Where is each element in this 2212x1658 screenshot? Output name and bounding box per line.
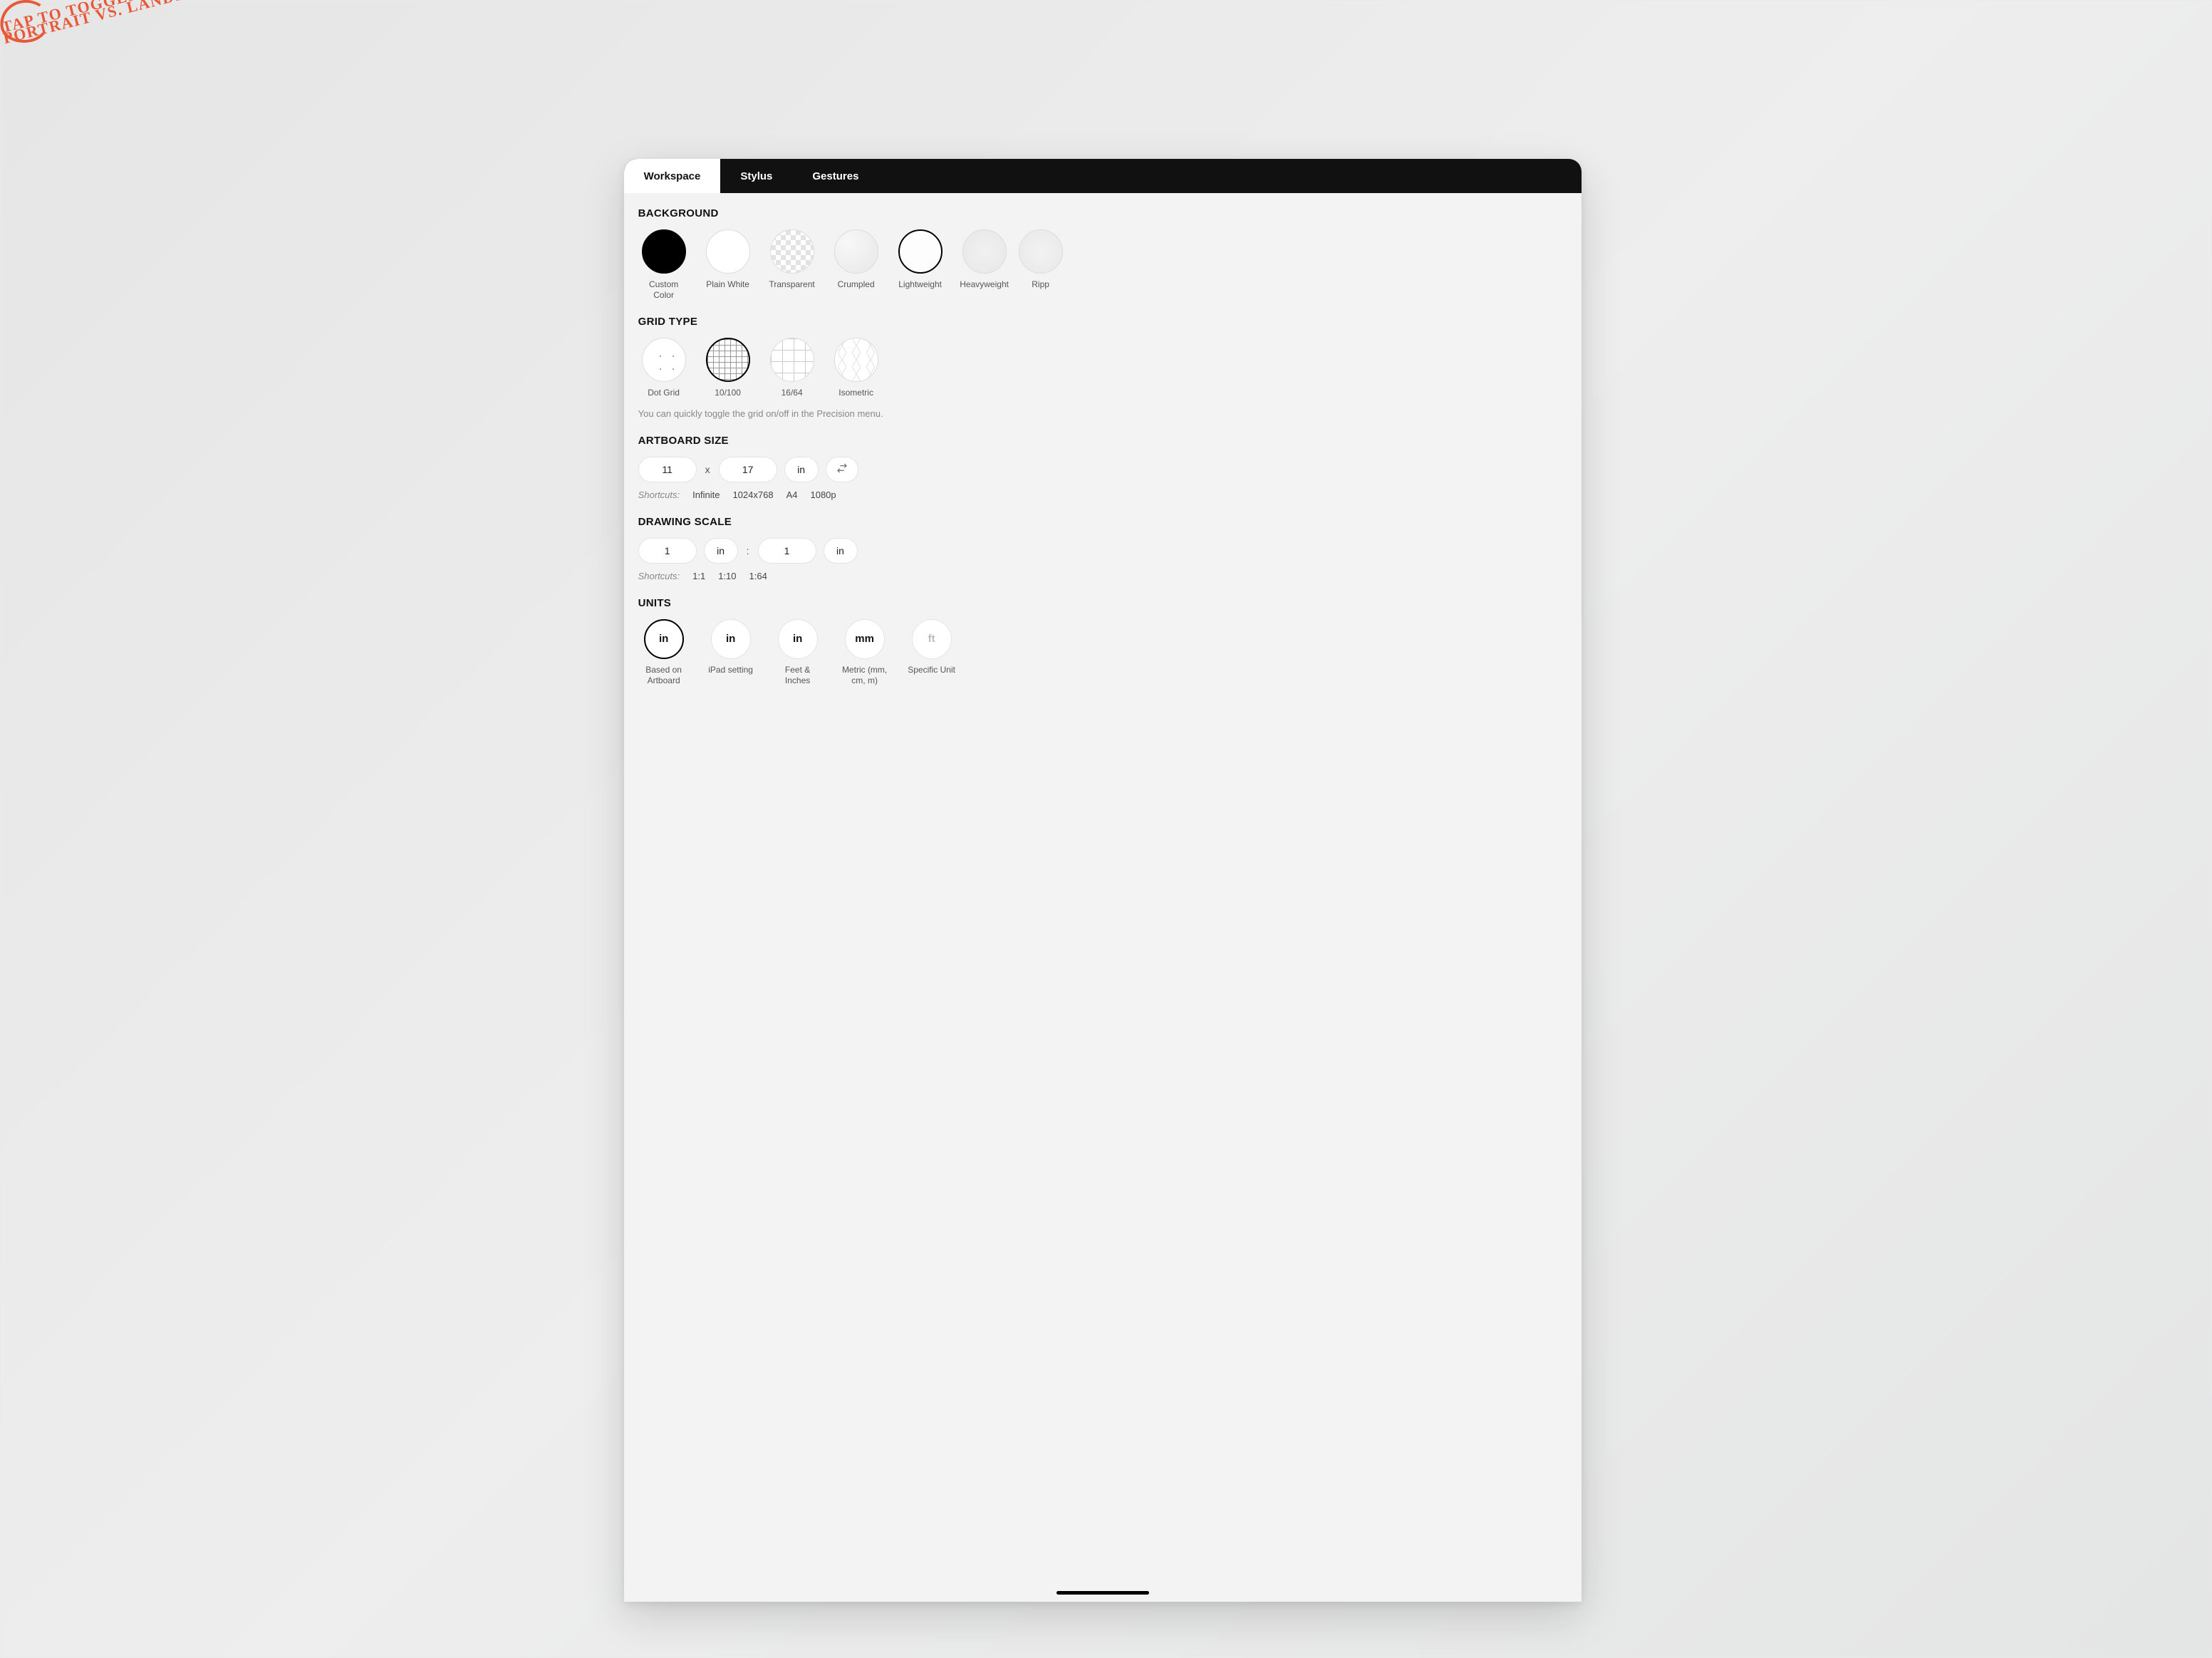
tab-stylus[interactable]: Stylus — [720, 159, 792, 193]
tab-bar: Workspace Stylus Gestures — [624, 159, 1582, 193]
background-option-lightweight[interactable]: Lightweight — [895, 229, 946, 300]
swatch-label: Heavyweight — [960, 279, 1009, 289]
scale-right-value-input[interactable]: 1 — [758, 538, 816, 564]
section-title-scale: DRAWING SCALE — [638, 516, 1567, 528]
artboard-shortcut-1024x768[interactable]: 1024x768 — [732, 489, 773, 500]
swatch-label: Crumpled — [838, 279, 875, 289]
swatch-label: Custom Color — [638, 279, 690, 300]
unit-circle: in — [778, 619, 818, 659]
background-swatch-row: Custom Color Plain White Transparent Cru… — [638, 229, 1567, 300]
panel-content[interactable]: BACKGROUND Custom Color Plain White Tran… — [624, 193, 1582, 1601]
artboard-orientation-toggle-button[interactable] — [826, 457, 858, 482]
shortcuts-label: Shortcuts: — [638, 571, 680, 581]
background-option-crumpled[interactable]: Crumpled — [831, 229, 882, 300]
grid-option-10-100[interactable]: 10/100 — [702, 338, 754, 398]
tab-workspace[interactable]: Workspace — [624, 159, 721, 193]
swatch-label: Ripp — [1032, 279, 1049, 289]
swatch-label: 10/100 — [715, 388, 741, 398]
shortcuts-label: Shortcuts: — [638, 489, 680, 500]
background-option-ripple[interactable]: Ripp — [1023, 229, 1052, 300]
section-title-artboard: ARTBOARD SIZE — [638, 435, 1567, 447]
swatch-circle — [770, 229, 814, 274]
artboard-height-input[interactable]: 17 — [719, 457, 777, 482]
artboard-shortcuts-row: Shortcuts: Infinite 1024x768 A4 1080p — [638, 489, 1567, 500]
unit-label: iPad setting — [708, 665, 753, 675]
swatch-circle — [898, 229, 943, 274]
scale-right-unit-select[interactable]: in — [824, 538, 858, 564]
scale-shortcut-1-1[interactable]: 1:1 — [692, 571, 705, 581]
swap-icon — [836, 462, 848, 476]
scale-left-unit-select[interactable]: in — [704, 538, 738, 564]
grid-option-16-64[interactable]: 16/64 — [767, 338, 818, 398]
unit-option-metric[interactable]: mm Metric (mm, cm, m) — [839, 619, 890, 686]
unit-label: Feet & Inches — [772, 665, 824, 686]
artboard-shortcut-a4[interactable]: A4 — [786, 489, 798, 500]
swatch-label: Plain White — [706, 279, 749, 289]
unit-label: Based on Artboard — [638, 665, 690, 686]
swatch-circle — [642, 338, 686, 382]
swatch-circle — [1019, 229, 1063, 274]
background-option-transparent[interactable]: Transparent — [767, 229, 818, 300]
tab-gestures[interactable]: Gestures — [792, 159, 878, 193]
swatch-circle — [834, 229, 878, 274]
unit-circle: in — [711, 619, 751, 659]
artboard-shortcut-infinite[interactable]: Infinite — [692, 489, 720, 500]
unit-option-artboard[interactable]: in Based on Artboard — [638, 619, 690, 686]
swatch-circle — [834, 338, 878, 382]
scale-shortcut-1-10[interactable]: 1:10 — [718, 571, 736, 581]
background-option-custom-color[interactable]: Custom Color — [638, 229, 690, 300]
swatch-circle — [642, 229, 686, 274]
scale-shortcuts-row: Shortcuts: 1:1 1:10 1:64 — [638, 571, 1567, 581]
unit-option-feet-inches[interactable]: in Feet & Inches — [772, 619, 824, 686]
scale-left-value-input[interactable]: 1 — [638, 538, 697, 564]
unit-option-specific[interactable]: ft Specific Unit — [906, 619, 957, 686]
swatch-label: Isometric — [838, 388, 873, 398]
artboard-shortcut-1080p[interactable]: 1080p — [810, 489, 836, 500]
swatch-label: 16/64 — [782, 388, 803, 398]
unit-circle: mm — [845, 619, 885, 659]
grid-option-isometric[interactable]: Isometric — [831, 338, 882, 398]
swatch-label: Dot Grid — [648, 388, 680, 398]
section-title-units: UNITS — [638, 597, 1567, 609]
unit-circle: ft — [912, 619, 952, 659]
artboard-unit-select[interactable]: in — [784, 457, 819, 482]
swatch-label: Transparent — [769, 279, 814, 289]
swatch-circle — [706, 229, 750, 274]
background-option-plain-white[interactable]: Plain White — [702, 229, 754, 300]
unit-circle: in — [644, 619, 684, 659]
grid-hint-text: You can quickly toggle the grid on/off i… — [638, 408, 1567, 419]
background-option-heavyweight[interactable]: Heavyweight — [959, 229, 1010, 300]
home-indicator[interactable] — [1056, 1591, 1149, 1595]
section-title-grid: GRID TYPE — [638, 316, 1567, 328]
artboard-width-input[interactable]: 11 — [638, 457, 697, 482]
artboard-x-separator: x — [704, 464, 712, 475]
grid-option-dot[interactable]: Dot Grid — [638, 338, 690, 398]
swatch-label: Lightweight — [898, 279, 942, 289]
swatch-circle — [770, 338, 814, 382]
scale-shortcut-1-64[interactable]: 1:64 — [749, 571, 767, 581]
unit-label: Specific Unit — [908, 665, 955, 675]
scale-field-row: 1 in : 1 in — [638, 538, 1567, 564]
swatch-circle — [962, 229, 1007, 274]
units-row: in Based on Artboard in iPad setting in … — [638, 619, 1567, 686]
unit-label: Metric (mm, cm, m) — [839, 665, 890, 686]
section-title-background: BACKGROUND — [638, 207, 1567, 219]
scale-colon-separator: : — [745, 545, 751, 556]
grid-swatch-row: Dot Grid 10/100 16/64 Isometric — [638, 338, 1567, 398]
swatch-circle — [706, 338, 750, 382]
settings-panel: Workspace Stylus Gestures BACKGROUND Cus… — [624, 159, 1582, 1601]
artboard-field-row: 11 x 17 in — [638, 457, 1567, 482]
unit-option-ipad[interactable]: in iPad setting — [705, 619, 757, 686]
